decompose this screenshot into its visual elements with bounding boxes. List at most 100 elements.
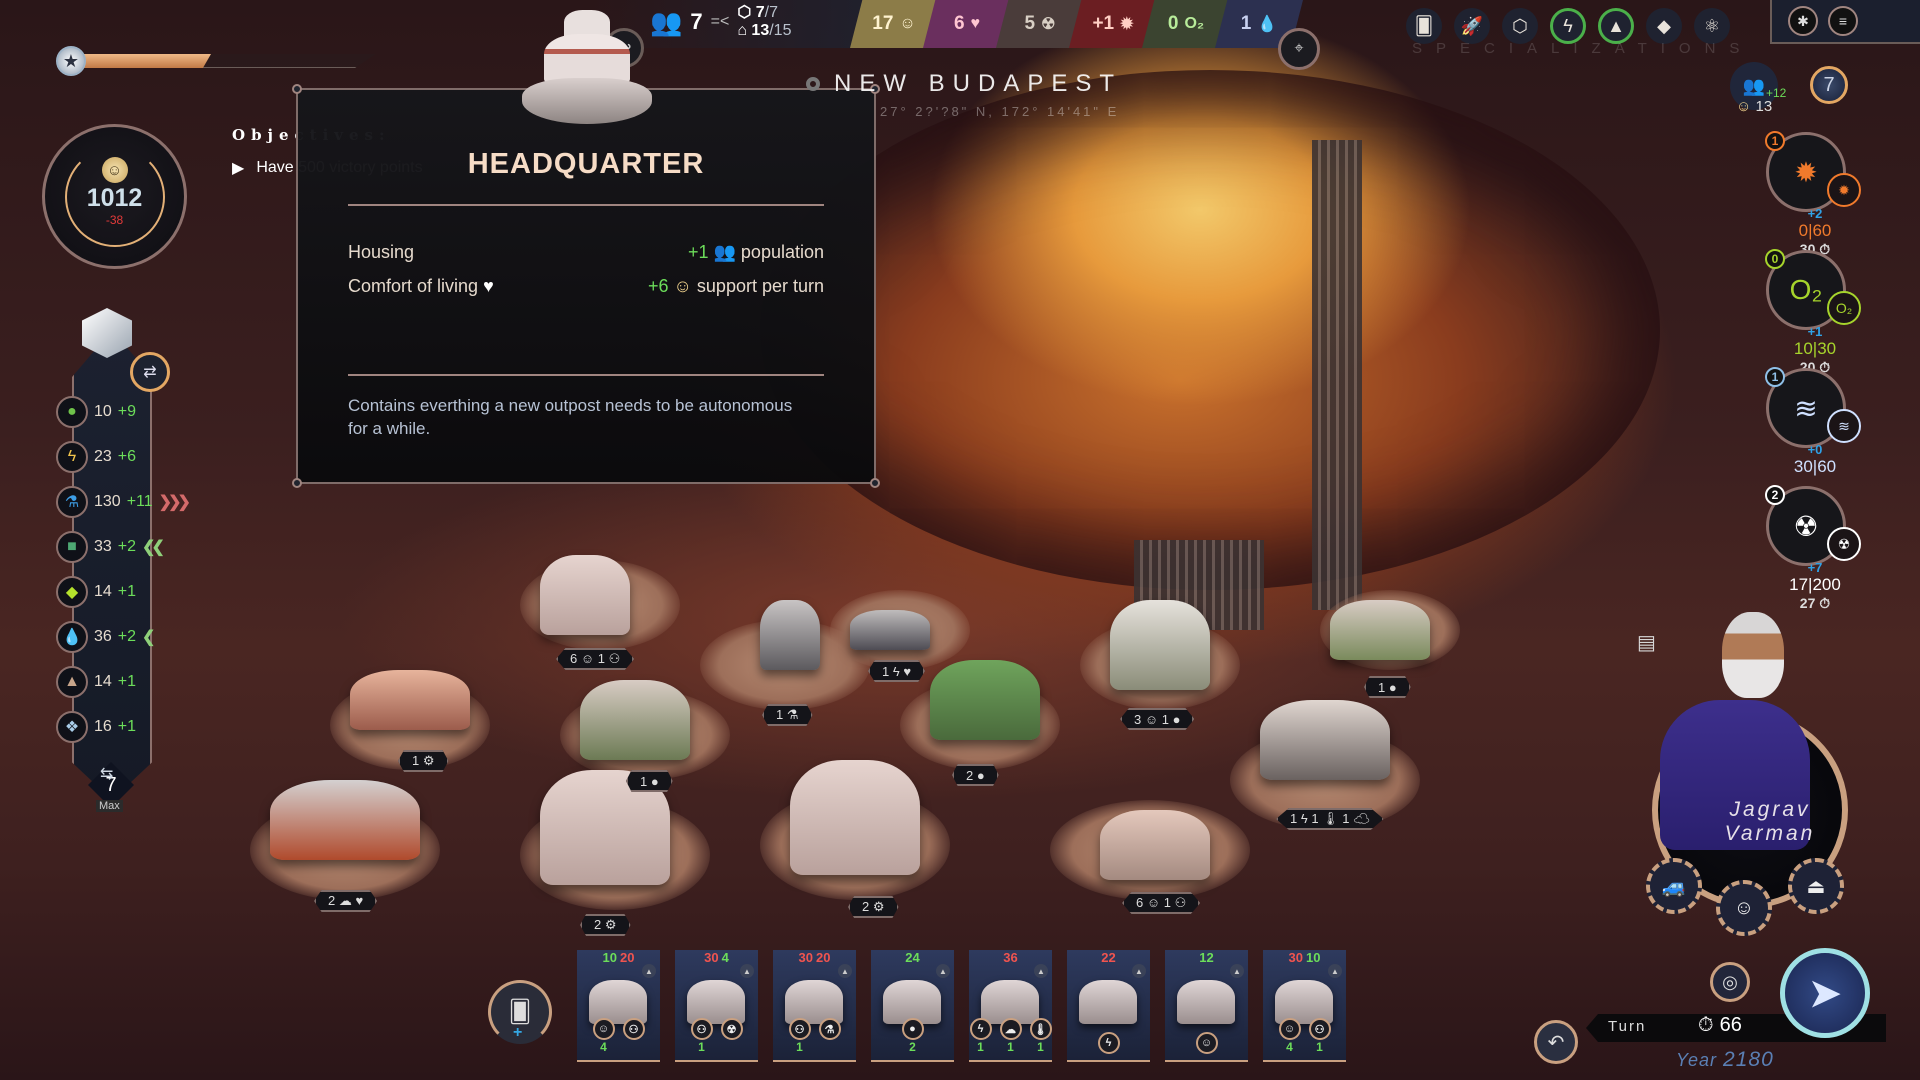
build-card-habitat-pods[interactable]: 30 10 ▲ ☺ 4 ⚇ 1: [1263, 950, 1346, 1062]
terraform-gauge-oxygen[interactable]: O₂ 0 O₂: [1765, 249, 1861, 330]
city-name[interactable]: NEW BUDAPEST: [834, 70, 1122, 98]
storage-max-label: Max: [96, 800, 123, 812]
system-panel: ✱ ≡: [1770, 0, 1920, 44]
scan-button[interactable]: ◎: [1710, 962, 1750, 1002]
building-hangar[interactable]: [350, 670, 470, 730]
map-yield-tag[interactable]: 2 ⚙: [848, 896, 899, 918]
branch-connector-icon: =<: [710, 13, 730, 30]
building-habitat[interactable]: [1100, 810, 1210, 880]
housing-count: 13: [751, 22, 770, 39]
specialization-energy[interactable]: ϟ: [1550, 8, 1586, 44]
population-icon: 👥: [1742, 75, 1766, 96]
end-turn-button[interactable]: ➤: [1780, 948, 1870, 1038]
terraform-gauge-temperature[interactable]: ✹ 1 ✹: [1765, 131, 1861, 212]
map-yield-tag[interactable]: 1 ⚙: [398, 750, 449, 772]
level-badge[interactable]: 7: [1810, 66, 1848, 104]
resource-delta: +11: [126, 493, 153, 510]
build-card-greenhouse[interactable]: 10 20 ▲ ☺ 4 ⚇: [577, 950, 660, 1062]
water-drops-icon: 💧: [1257, 16, 1278, 33]
terraform-delta: +0: [1807, 442, 1823, 457]
districts-max: /7: [764, 4, 778, 21]
map-yield-tag[interactable]: 3 ☺ 1 ●: [1120, 708, 1195, 730]
map-yield-tag[interactable]: 6 ☺ 1 ⚇: [1122, 892, 1201, 914]
top-resource-toxicity[interactable]: 5 ☢: [996, 0, 1084, 48]
top-resource-comfort[interactable]: 6 ♥: [923, 0, 1011, 48]
specialization-rocket[interactable]: 🚀: [1454, 8, 1490, 44]
building-farm[interactable]: [930, 660, 1040, 740]
biomass-icon: ◆: [56, 576, 88, 608]
terraform-gauge-water[interactable]: ≋ 1 ≋: [1765, 367, 1861, 448]
specialization-hexagon[interactable]: ⬡: [1502, 8, 1538, 44]
map-yield-tag[interactable]: 2 ⚙: [580, 914, 631, 936]
map-yield-tag[interactable]: 2 ☁ ♥: [314, 890, 378, 912]
build-card-university[interactable]: 30 20 ▲ ⚇ 1 ⚗: [773, 950, 856, 1062]
undo-button[interactable]: ↶: [1534, 1020, 1578, 1064]
building-greenhouse-tower[interactable]: [1330, 600, 1430, 660]
build-card-factory[interactable]: 36 ▲ ϟ 1 ☁ 1 🌡 1: [969, 950, 1052, 1062]
support-dial[interactable]: ☺ 1012 -38: [42, 124, 187, 269]
cost-value: 4: [721, 950, 729, 965]
resource-row-food[interactable]: ● 10 +9: [56, 396, 136, 428]
map-yield-tag[interactable]: 1 ϟ 1 🌡 1 ☁: [1276, 808, 1384, 830]
top-resource-oxygen[interactable]: 0 O₂: [1142, 0, 1230, 48]
specialization-cards[interactable]: 🂠: [1406, 8, 1442, 44]
build-card-dome[interactable]: 12 ▲ ☺: [1165, 950, 1248, 1062]
building-generator[interactable]: [850, 610, 930, 650]
map-yield-tag[interactable]: 6 ☺ 1 ⚇: [556, 648, 635, 670]
resource-row-water[interactable]: 💧 36 +2 ❮: [56, 621, 156, 653]
route-map-button[interactable]: ⌖: [1278, 28, 1320, 70]
map-yield-tag[interactable]: 1 ●: [1364, 676, 1411, 698]
unlock-icon: ▲: [1328, 964, 1342, 978]
leader-action-colony-ship[interactable]: ⏏: [1788, 858, 1844, 914]
card-yield: ⚗: [818, 1018, 841, 1054]
terraform-delta: +7: [1807, 560, 1823, 575]
chat-icon[interactable]: ▤: [1637, 630, 1656, 655]
population-summary[interactable]: 👥 7 =< ⬡ 7/7 ⌂ 13/15: [650, 4, 791, 40]
trade-button[interactable]: ⇄: [130, 352, 170, 392]
building-headquarter[interactable]: [540, 555, 630, 635]
victory-progress-bar[interactable]: ★: [56, 46, 376, 76]
top-resource-heat[interactable]: +1 ✹: [1069, 0, 1157, 48]
build-card-power-plant[interactable]: 22 ▲ ϟ: [1067, 950, 1150, 1062]
specialization-sand[interactable]: ▲: [1598, 8, 1634, 44]
bug-report-button[interactable]: ✱: [1788, 6, 1818, 36]
resource-delta: +2: [117, 628, 137, 645]
resource-row-energy[interactable]: ϟ 23 +6: [56, 441, 136, 473]
card-yield: ⚇ 1: [788, 1018, 811, 1054]
population-growth-support-value: 13: [1755, 98, 1773, 115]
card-cost: 10 20: [577, 950, 660, 965]
build-card-silo[interactable]: 30 4 ▲ ⚇ 1 ☢: [675, 950, 758, 1062]
location-pin-icon: [806, 77, 820, 91]
waves-icon: ≋: [1794, 392, 1818, 424]
resource-row-sand[interactable]: ▲ 14 +1: [56, 666, 136, 698]
plus-icon: +: [513, 1024, 523, 1041]
map-yield-tag[interactable]: 2 ●: [952, 764, 999, 786]
city-coordinates: 27° 2?'?8" N, 172° 14'41" E: [880, 104, 1120, 119]
specialization-biomass[interactable]: ◆: [1646, 8, 1682, 44]
map-yield-tag[interactable]: 1 ϟ ♥: [868, 660, 926, 682]
cost-value: 24: [905, 950, 920, 965]
building-refinery[interactable]: [270, 780, 420, 860]
top-resource-support[interactable]: 17 ☺: [850, 0, 938, 48]
resource-row-crystal[interactable]: ❖ 16 +1: [56, 711, 136, 743]
terraform-gauge-atmosphere[interactable]: ☢ 2 ☢: [1765, 485, 1861, 566]
trend-chevron-icon: ❮❮: [142, 539, 165, 556]
building-vertical-farm[interactable]: [580, 680, 690, 760]
menu-button[interactable]: ≡: [1828, 6, 1858, 36]
building-university-2[interactable]: [790, 760, 920, 875]
build-card-farm[interactable]: 24 ▲ ● 2: [871, 950, 954, 1062]
building-apartments[interactable]: [1110, 600, 1210, 690]
building-spaceport[interactable]: [760, 600, 820, 670]
resource-row-biomass[interactable]: ◆ 14 +1: [56, 576, 136, 608]
specialization-research[interactable]: ⚛: [1694, 8, 1730, 44]
map-yield-tag[interactable]: 1 ●: [626, 770, 673, 792]
resource-row-science[interactable]: ⚗ 130 +11 ❯❯❯: [56, 486, 191, 518]
leader-action-diplomacy[interactable]: ☺: [1716, 880, 1772, 936]
leader-action-rover[interactable]: 🚙: [1646, 858, 1702, 914]
resource-value: 14: [94, 583, 112, 600]
resource-row-minerals[interactable]: ■ 33 +2 ❮❮: [56, 531, 165, 563]
cards-icon: 🂠: [1414, 15, 1434, 36]
map-yield-tag[interactable]: 1 ⚗: [762, 704, 813, 726]
unlock-icon: ▲: [1034, 964, 1048, 978]
building-factory[interactable]: [1260, 700, 1390, 780]
